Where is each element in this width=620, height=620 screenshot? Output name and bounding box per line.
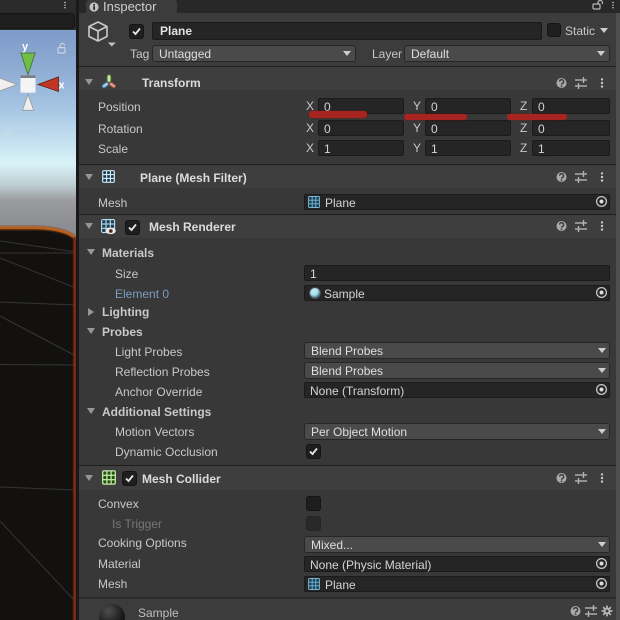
svg-text:x: x bbox=[59, 80, 66, 92]
svg-text:y: y bbox=[22, 41, 29, 53]
svg-text:Persp: Persp bbox=[14, 129, 41, 140]
